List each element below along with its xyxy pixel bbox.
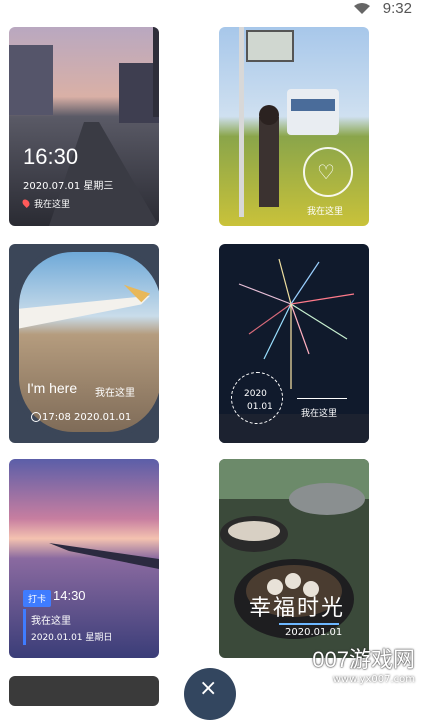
card-location: 我在这里 bbox=[301, 409, 338, 419]
card-location: 我在这里 bbox=[31, 616, 71, 627]
accent-bar bbox=[279, 623, 339, 625]
template-card-partial[interactable] bbox=[9, 676, 159, 706]
divider-line bbox=[297, 398, 347, 399]
card-date: 2020.01.01 星期日 bbox=[31, 633, 113, 643]
watermark-url: www.yx007.com bbox=[332, 674, 415, 685]
window-view-photo bbox=[19, 252, 159, 432]
circle-month-day: 01.01 bbox=[247, 402, 273, 412]
card-title: 幸福时光 bbox=[249, 596, 346, 621]
circle-year: 2020 bbox=[244, 389, 267, 399]
checkin-tag: 打卡 bbox=[23, 590, 52, 607]
train-photo bbox=[219, 27, 369, 226]
wifi-icon bbox=[354, 3, 370, 14]
status-time: 9:32 bbox=[382, 0, 412, 17]
card-time: 16:30 bbox=[23, 144, 79, 169]
template-card-fireworks[interactable]: 2020 01.01 我在这里 bbox=[219, 244, 369, 443]
template-card-dessert[interactable]: 幸福时光 2020.01.01 bbox=[219, 459, 369, 658]
card-time: 14:30 bbox=[53, 588, 86, 603]
card-location: 我在这里 bbox=[307, 207, 344, 217]
card-location: 我在这里 bbox=[34, 200, 71, 210]
card-title-en: I'm here bbox=[27, 380, 78, 396]
airplane-window bbox=[13, 246, 159, 438]
postmark-stamp-icon: ♡ bbox=[303, 147, 353, 197]
watermark-logo: 007游戏网 bbox=[312, 647, 415, 672]
template-card-train[interactable]: ♡ 我在这里 bbox=[219, 27, 369, 226]
template-card-airplane[interactable]: I'm here 我在这里 17:08 2020.01.01 bbox=[9, 244, 159, 443]
template-card-city[interactable]: 16:30 2020.07.01 星期三 我在这里 bbox=[9, 27, 159, 226]
close-icon: × bbox=[199, 676, 218, 701]
card-date: 2020.01.01 bbox=[285, 627, 343, 638]
close-fab-button[interactable]: × bbox=[184, 668, 236, 720]
city-photo bbox=[9, 27, 159, 226]
card-title-cn: 我在这里 bbox=[95, 388, 135, 399]
template-card-sunset[interactable]: 打卡 14:30 我在这里 2020.01.01 星期日 bbox=[9, 459, 159, 658]
watermark: 007游戏网 www.yx007.com bbox=[312, 642, 415, 685]
sunset-photo bbox=[9, 459, 159, 658]
card-date: 2020.07.01 星期三 bbox=[23, 181, 114, 192]
clock-icon bbox=[31, 412, 41, 422]
status-bar: 9:32 bbox=[0, 0, 422, 22]
card-date: 17:08 2020.01.01 bbox=[42, 412, 132, 423]
accent-bar bbox=[23, 609, 26, 645]
